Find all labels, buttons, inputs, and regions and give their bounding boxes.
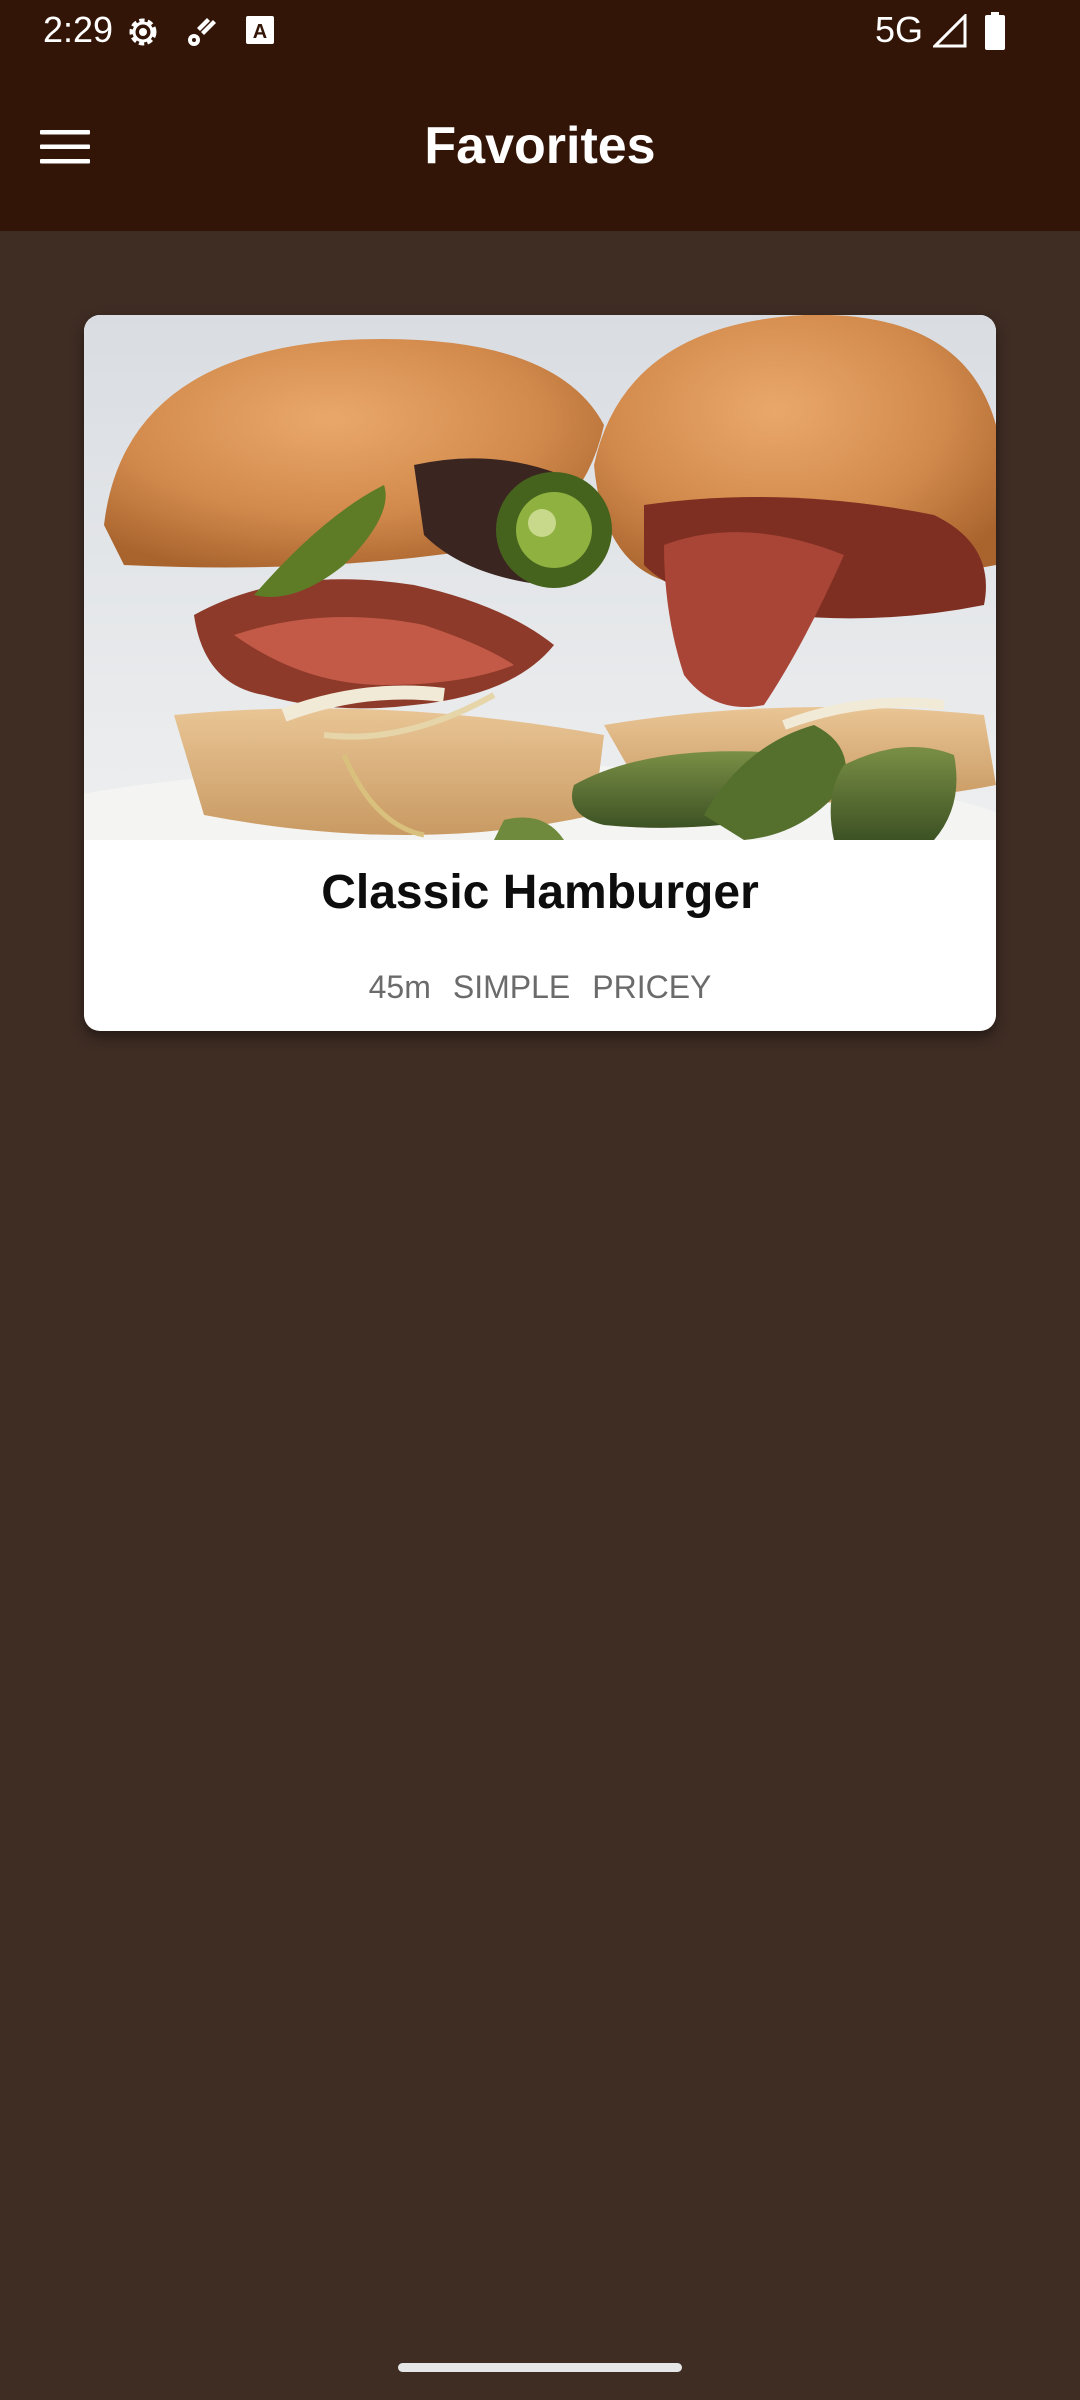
page-title: Favorites bbox=[424, 117, 656, 175]
home-indicator[interactable] bbox=[398, 2363, 682, 2372]
network-label: 5G bbox=[875, 9, 924, 50]
meal-meta: 45m SIMPLE PRICEY bbox=[84, 967, 996, 1007]
settings-icon bbox=[125, 14, 161, 55]
app-bar: Favorites bbox=[0, 62, 1080, 231]
battery-icon bbox=[985, 12, 1005, 55]
meal-duration: 45m bbox=[368, 969, 431, 1005]
meal-image bbox=[84, 315, 996, 840]
meal-card[interactable]: Classic Hamburger 45m SIMPLE PRICEY bbox=[84, 315, 996, 1031]
svg-text:A: A bbox=[253, 21, 267, 43]
status-bar: 2:29 A 5G bbox=[0, 0, 1080, 62]
status-time: 2:29 bbox=[43, 9, 114, 50]
meal-complexity: SIMPLE bbox=[452, 969, 571, 1005]
signal-icon bbox=[931, 12, 967, 53]
meal-affordability: PRICEY bbox=[592, 969, 712, 1005]
meal-title: Classic Hamburger bbox=[321, 866, 759, 919]
text-a-icon: A bbox=[245, 14, 275, 51]
fan-icon bbox=[183, 14, 219, 55]
